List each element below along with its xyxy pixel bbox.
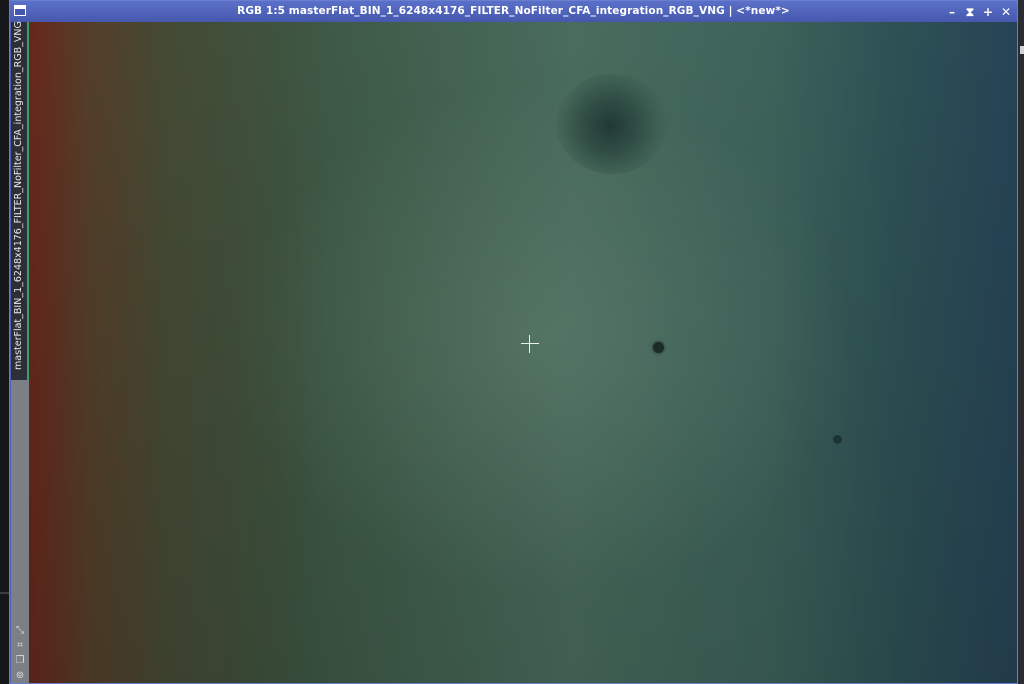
shade-button[interactable]: ⧗	[963, 3, 977, 20]
image-canvas[interactable]	[29, 22, 1017, 683]
crosshair-cursor-icon	[521, 335, 539, 353]
window-titlebar[interactable]: RGB 1:5 masterFlat_BIN_1_6248x4176_FILTE…	[10, 1, 1017, 22]
dust-spot-small	[653, 342, 664, 353]
side-tab-label: masterFlat_BIN_1_6248x4176_FILTER_NoFilt…	[13, 21, 24, 370]
clone-view-icon[interactable]: ❐	[14, 654, 26, 666]
desktop-edge	[1018, 0, 1024, 684]
dust-spot-tiny	[833, 435, 842, 444]
minimize-button[interactable]: –	[945, 3, 959, 20]
chevron-right-icon[interactable]	[1020, 46, 1024, 54]
dust-donut-large	[556, 74, 668, 174]
close-button[interactable]: ✕	[999, 3, 1013, 20]
desktop-background	[0, 0, 9, 684]
image-window[interactable]: RGB 1:5 masterFlat_BIN_1_6248x4176_FILTE…	[9, 0, 1018, 684]
fit-view-icon[interactable]: ⌗	[14, 639, 26, 651]
side-tab-main-view[interactable]: masterFlat_BIN_1_6248x4176_FILTER_NoFilt…	[11, 21, 29, 380]
view-side-tab-bar: masterFlat_BIN_1_6248x4176_FILTER_NoFilt…	[11, 21, 29, 683]
maximize-button[interactable]: +	[981, 3, 995, 20]
window-title: RGB 1:5 masterFlat_BIN_1_6248x4176_FILTE…	[237, 5, 790, 17]
lock-icon[interactable]: ⊚	[14, 669, 26, 681]
window-controls: – ⧗ + ✕	[945, 3, 1013, 20]
side-tool-buttons: ⤡ ⌗ ❐ ⊚	[11, 624, 29, 681]
resize-icon[interactable]: ⤡	[14, 624, 26, 636]
desktop-divider	[0, 592, 9, 594]
